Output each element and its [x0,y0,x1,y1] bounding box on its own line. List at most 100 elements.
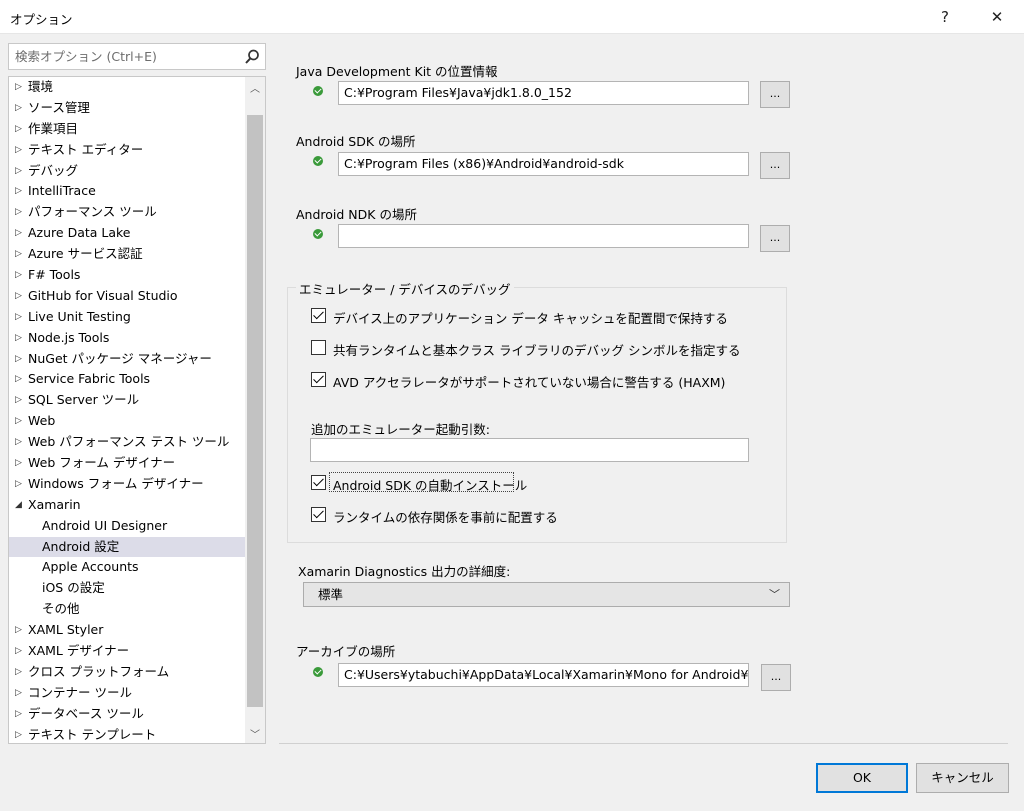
tree-item-label: Xamarin [28,496,81,512]
ok-button[interactable]: OK [816,763,908,793]
scroll-down-icon[interactable]: ﹀ [245,723,265,743]
diagnostics-select[interactable]: 標準 ﹀ [303,582,790,607]
collapsed-arrow-icon[interactable]: ▷ [15,620,22,641]
cancel-button[interactable]: キャンセル [916,763,1009,793]
sdk-path-field[interactable]: C:¥Program Files (x86)¥Android¥android-s… [338,152,749,176]
collapsed-arrow-icon[interactable]: ▷ [15,474,22,495]
collapsed-arrow-icon[interactable]: ▷ [15,98,22,119]
archive-path-field[interactable]: C:¥Users¥ytabuchi¥AppData¥Local¥Xamarin¥… [338,663,749,687]
close-button[interactable]: ✕ [974,0,1020,34]
collapsed-arrow-icon[interactable]: ▷ [15,641,22,662]
symbols-checkbox[interactable] [311,340,326,355]
tree-child-item[interactable]: iOS の設定 [9,578,245,599]
tree-child-item[interactable]: Android UI Designer [9,516,245,537]
collapsed-arrow-icon[interactable]: ▷ [15,662,22,683]
tree-child-item[interactable]: Apple Accounts [9,557,245,578]
tree-item[interactable]: ◢ Xamarin [9,495,245,516]
tree-item[interactable]: ▷ F# Tools [9,265,245,286]
symbols-checkbox-label[interactable]: 共有ランタイムと基本クラス ライブラリのデバッグ シンボルを指定する [333,340,740,359]
haxm-checkbox[interactable] [311,372,326,387]
tree-item[interactable]: ▷ コンテナー ツール [9,683,245,704]
tree-item[interactable]: ▷ 作業項目 [9,119,245,140]
tree-item[interactable]: ▷ Web フォーム デザイナー [9,453,245,474]
tree-item[interactable]: ▷ デバッグ [9,161,245,182]
title-bar: オプション ? ✕ [0,0,1024,34]
expanded-arrow-icon[interactable]: ◢ [15,495,22,516]
chevron-down-icon: ﹀ [769,588,780,601]
collapsed-arrow-icon[interactable]: ▷ [15,369,22,390]
tree-item[interactable]: ▷ Web [9,411,245,432]
haxm-checkbox-label[interactable]: AVD アクセラレータがサポートされていない場合に警告する (HAXM) [333,372,725,391]
collapsed-arrow-icon[interactable]: ▷ [15,411,22,432]
tree-item[interactable]: ▷ SQL Server ツール [9,390,245,411]
emulator-args-field[interactable] [310,438,749,462]
tree-item[interactable]: ▷ Live Unit Testing [9,307,245,328]
collapsed-arrow-icon[interactable]: ▷ [15,202,22,223]
cache-checkbox-label[interactable]: デバイス上のアプリケーション データ キャッシュを配置間で保持する [333,308,728,327]
runtime-deploy-label[interactable]: ランタイムの依存関係を事前に配置する [333,507,558,526]
jdk-path-field[interactable]: C:¥Program Files¥Java¥jdk1.8.0_152 [338,81,749,105]
collapsed-arrow-icon[interactable]: ▷ [15,453,22,474]
tree-item[interactable]: ▷ テキスト エディター [9,140,245,161]
tree-child-item[interactable]: Android 設定 [9,536,245,558]
tree-item[interactable]: ▷ Service Fabric Tools [9,369,245,390]
search-input[interactable] [9,44,237,69]
tree-item[interactable]: ▷ テキスト テンプレート [9,725,245,743]
tree-item[interactable]: ▷ XAML デザイナー [9,641,245,662]
tree-item[interactable]: ▷ パフォーマンス ツール [9,202,245,223]
tree-item-label: GitHub for Visual Studio [28,287,178,303]
sdk-autoinstall-checkbox[interactable] [311,475,326,490]
collapsed-arrow-icon[interactable]: ▷ [15,223,22,244]
collapsed-arrow-icon[interactable]: ▷ [15,265,22,286]
tree-item[interactable]: ▷ NuGet パッケージ マネージャー [9,349,245,370]
help-button[interactable]: ? [922,0,968,34]
tree-child-item[interactable]: その他 [9,599,245,620]
tree-item[interactable]: ▷ クロス プラットフォーム [9,662,245,683]
tree-item[interactable]: ▷ ソース管理 [9,98,245,119]
ndk-path-field[interactable] [338,224,749,248]
collapsed-arrow-icon[interactable]: ▷ [15,181,22,202]
collapsed-arrow-icon[interactable]: ▷ [15,161,22,182]
tree-item-label: データベース ツール [28,705,144,721]
archive-browse-button[interactable]: ... [761,664,791,691]
tree-item[interactable]: ▷ Azure Data Lake [9,223,245,244]
sdk-browse-button[interactable]: ... [760,152,790,179]
collapsed-arrow-icon[interactable]: ▷ [15,119,22,140]
tree-items: ▷ 環境 ▷ ソース管理 ▷ 作業項目 ▷ テキスト エディター ▷ デバッグ ▷ IntelliTr… [9,77,245,743]
collapsed-arrow-icon[interactable]: ▷ [15,683,22,704]
tree-item[interactable]: ▷ Windows フォーム デザイナー [9,474,245,495]
emulator-args-label: 追加のエミュレーター起動引数: [311,422,490,437]
tree-item-label: Apple Accounts [42,559,139,575]
tree-item[interactable]: ▷ 環境 [9,77,245,98]
collapsed-arrow-icon[interactable]: ▷ [15,77,22,98]
tree-item[interactable]: ▷ データベース ツール [9,704,245,725]
collapsed-arrow-icon[interactable]: ▷ [15,244,22,265]
tree-item[interactable]: ▷ Web パフォーマンス テスト ツール [9,432,245,453]
sdk-autoinstall-label[interactable]: Android SDK の自動インストール [333,475,527,494]
tree-item-label: クロス プラットフォーム [28,663,170,679]
tree-item[interactable]: ▷ GitHub for Visual Studio [9,286,245,307]
collapsed-arrow-icon[interactable]: ▷ [15,432,22,453]
tree-item[interactable]: ▷ XAML Styler [9,620,245,641]
runtime-deploy-checkbox[interactable] [311,507,326,522]
tree-item[interactable]: ▷ Azure サービス認証 [9,244,245,265]
collapsed-arrow-icon[interactable]: ▷ [15,349,22,370]
scroll-up-icon[interactable]: ︿ [245,77,265,97]
ndk-browse-button[interactable]: ... [760,225,790,252]
collapsed-arrow-icon[interactable]: ▷ [15,307,22,328]
collapsed-arrow-icon[interactable]: ▷ [15,286,22,307]
collapsed-arrow-icon[interactable]: ▷ [15,704,22,725]
tree-scrollbar[interactable]: ︿ ﹀ [245,77,265,743]
search-icon[interactable] [243,48,261,66]
collapsed-arrow-icon[interactable]: ▷ [15,140,22,161]
cache-checkbox[interactable] [311,308,326,323]
jdk-browse-button[interactable]: ... [760,81,790,108]
archive-valid-icon [313,667,323,677]
scrollbar-thumb[interactable] [247,115,263,707]
collapsed-arrow-icon[interactable]: ▷ [15,328,22,349]
collapsed-arrow-icon[interactable]: ▷ [15,390,22,411]
tree-item[interactable]: ▷ Node.js Tools [9,328,245,349]
collapsed-arrow-icon[interactable]: ▷ [15,725,22,743]
tree-item[interactable]: ▷ IntelliTrace [9,181,245,202]
search-box [8,43,266,70]
